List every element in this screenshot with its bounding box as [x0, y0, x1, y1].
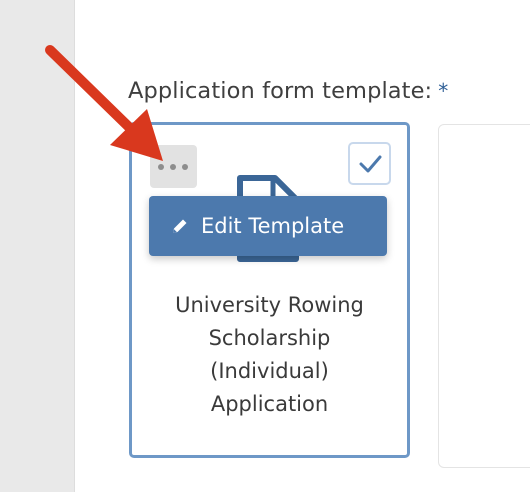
left-sidebar — [0, 0, 75, 492]
checkmark-icon — [359, 155, 382, 173]
pencil-icon — [171, 217, 189, 235]
edit-template-label: Edit Template — [201, 214, 345, 238]
template-title: University Rowing Scholarship (Individua… — [132, 289, 407, 421]
template-title-line: Application — [210, 392, 329, 416]
more-options-button[interactable] — [150, 145, 197, 188]
template-field-label: Application form template: * — [128, 78, 448, 104]
template-title-line: Scholarship — [208, 326, 331, 350]
more-dots-icon — [158, 164, 164, 170]
template-title-line: University Rowing — [175, 293, 364, 317]
edit-template-button[interactable]: Edit Template — [149, 196, 387, 256]
template-title-line: (Individual) — [210, 359, 329, 383]
required-marker: * — [438, 79, 449, 103]
template-card-2[interactable] — [438, 124, 530, 468]
select-checkbox[interactable] — [348, 142, 391, 185]
field-label-text: Application form template: — [128, 78, 433, 104]
